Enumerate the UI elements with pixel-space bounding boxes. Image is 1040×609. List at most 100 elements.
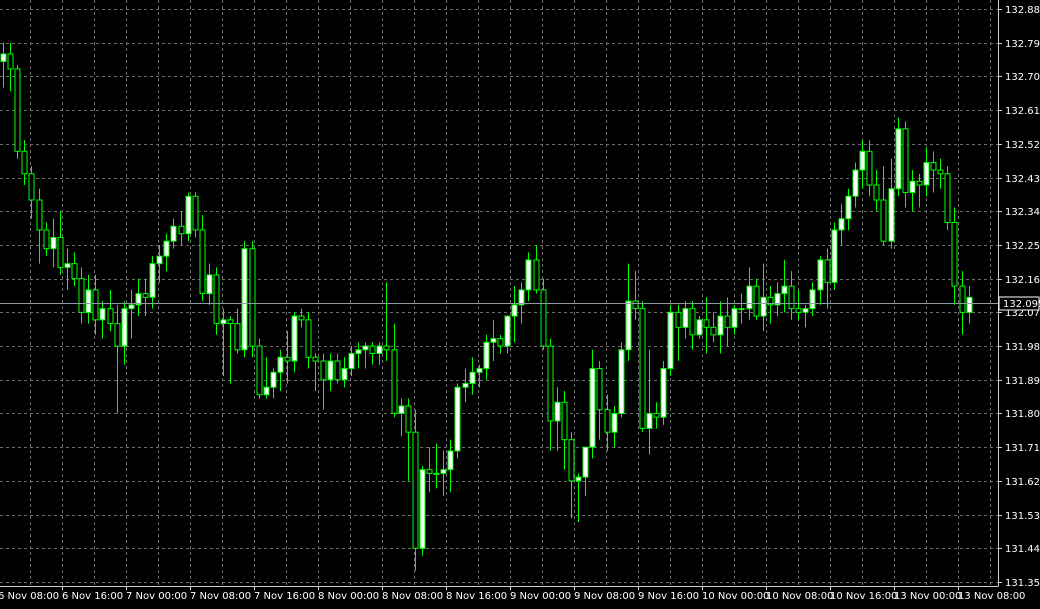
candle-body-bear — [937, 169, 944, 175]
candle-body-bull — [454, 386, 461, 452]
candle-body-bull — [121, 308, 128, 347]
candle-body-bull — [440, 469, 447, 474]
candle-body-bull — [156, 255, 163, 265]
price-tick-label: 132.520 — [1005, 140, 1040, 151]
price-tick-label: 131.890 — [1005, 376, 1040, 387]
candle-body-bull — [923, 162, 930, 186]
candle-body-bull — [589, 368, 596, 448]
price-tick-label: 131.710 — [1005, 443, 1040, 454]
price-tick-label: 131.440 — [1005, 544, 1040, 555]
candle-body-bear — [334, 360, 341, 381]
candle-body-bull — [781, 285, 788, 295]
candle-body-bear — [788, 285, 795, 310]
price-tick-label: 131.800 — [1005, 409, 1040, 420]
candle-body-bull — [831, 229, 838, 283]
candle-body-bear — [213, 274, 220, 325]
candle-body-bear — [753, 285, 760, 317]
candle-body-bear — [866, 150, 873, 186]
candle-body-bull — [206, 274, 213, 295]
candle-body-bear — [689, 308, 696, 336]
candle-body-bear — [43, 229, 50, 250]
candle-body-bull — [817, 259, 824, 291]
candle-body-bull — [376, 345, 383, 355]
time-tick-label: 6 Nov 16:00 — [62, 591, 123, 602]
time-tick-label: 10 Nov 16:00 — [830, 591, 897, 602]
candle-body-bull — [504, 315, 511, 347]
candle-body-bull — [518, 289, 525, 306]
candle-body-bull — [667, 311, 674, 370]
candle-body-bull — [895, 128, 902, 190]
candle-body-bear — [824, 259, 831, 283]
candle-body-bull — [809, 289, 816, 310]
candle-body-bear — [28, 173, 35, 201]
time-tick-label: 7 Nov 16:00 — [254, 591, 315, 602]
price-tick-label: 131.620 — [1005, 477, 1040, 488]
time-tick-label: 7 Nov 00:00 — [126, 591, 187, 602]
candle-body-bear — [497, 338, 504, 347]
candle-body-bear — [234, 323, 241, 351]
candle-body-bear — [547, 345, 554, 422]
candle-body-bull — [476, 368, 483, 373]
price-chart[interactable]: 132.880 132.790 132.700 132.610 132.520 132.4… — [0, 0, 1040, 604]
price-tick-label: 131.530 — [1005, 511, 1040, 522]
candle-body-bear — [568, 439, 575, 482]
candle-body-bear — [256, 345, 263, 396]
candle-body-bull — [696, 319, 703, 336]
candle-body-bear — [227, 319, 234, 325]
candle-body-bear — [71, 263, 78, 280]
candle-body-bull — [291, 315, 298, 362]
candle-body-bull — [646, 412, 653, 429]
candle-body-bear — [959, 285, 966, 313]
candle-body-bull — [355, 349, 362, 355]
candle-body-bear — [540, 289, 547, 347]
candle-body-bear — [92, 289, 99, 321]
candle-body-bull — [128, 304, 135, 310]
candle-body-bear — [880, 199, 887, 242]
candle-body-bear — [412, 431, 419, 549]
candle-body-bull — [170, 225, 177, 242]
candle-body-bull — [852, 169, 859, 197]
candle-body-bull — [909, 180, 916, 194]
time-tick-label: 13 Nov 00:00 — [894, 591, 961, 602]
price-tick-label: 132.430 — [1005, 174, 1040, 185]
time-tick-label: 9 Nov 00:00 — [510, 591, 571, 602]
candle-body-bull — [525, 259, 532, 291]
candle-body-bear — [284, 356, 291, 362]
candle-body-bull — [0, 53, 7, 62]
candle-body-bear — [305, 319, 312, 358]
candle-body-bear — [596, 368, 603, 411]
candle-body-bull — [462, 383, 469, 388]
candle-body-bull — [362, 345, 369, 351]
candle-body-bear — [653, 412, 660, 418]
candle-body-bull — [327, 360, 334, 381]
candle-body-bear — [320, 360, 327, 381]
candle-body-bull — [802, 308, 809, 313]
candle-body-bull — [746, 285, 753, 310]
time-tick-label: 8 Nov 08:00 — [382, 591, 443, 602]
candle-body-bull — [270, 371, 277, 388]
candle-body-bull — [554, 401, 561, 422]
candle-body-bull — [469, 371, 476, 385]
candle-body-bull — [483, 341, 490, 370]
candle-body-bull — [64, 263, 71, 268]
candle-body-bull — [163, 240, 170, 257]
candle-body-bull — [490, 338, 497, 343]
candle-body-bull — [888, 188, 895, 242]
candle-body-bull — [966, 296, 973, 313]
candle-body-bull — [398, 405, 405, 414]
price-tick-label: 131.350 — [1005, 578, 1040, 589]
candle-body-bear — [298, 315, 305, 321]
candle-body-bull — [99, 308, 106, 321]
candle-body-bull — [419, 469, 426, 549]
candle-body-bull — [85, 289, 92, 313]
chart-window[interactable]: 132.880 132.790 132.700 132.610 132.520 132.4… — [0, 0, 1040, 604]
candle-body-bear — [710, 326, 717, 336]
candle-body-bull — [50, 236, 57, 250]
candle-body-bear — [675, 311, 682, 328]
candle-body-bear — [561, 401, 568, 441]
candle-body-bull — [625, 300, 632, 351]
candle-body-bear — [632, 300, 639, 310]
candle-body-bear — [312, 356, 319, 362]
candle-body-bull — [682, 308, 689, 328]
price-tick-label: 132.250 — [1005, 241, 1040, 252]
